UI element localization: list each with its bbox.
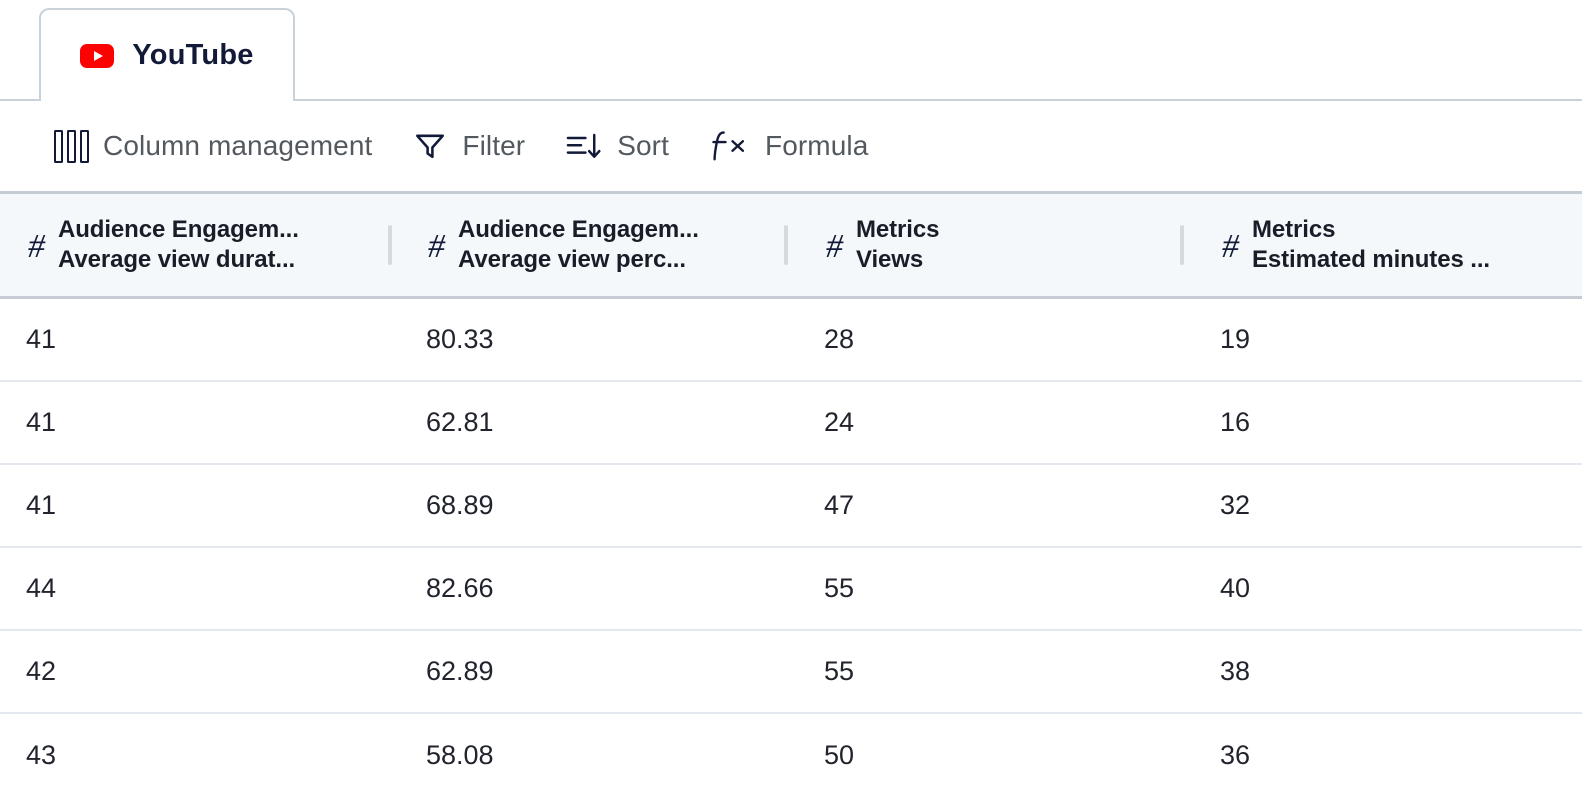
table-cell[interactable]: 41 <box>0 324 400 355</box>
columns-icon <box>54 129 89 163</box>
table-header-row: # Audience Engagem... Average view durat… <box>0 194 1582 299</box>
column-resize-handle[interactable] <box>784 225 788 265</box>
sort-button[interactable]: Sort <box>565 129 669 163</box>
table-cell[interactable]: 43 <box>0 740 400 771</box>
youtube-logo-icon <box>80 43 115 68</box>
hash-icon: # <box>826 228 843 265</box>
table-cell[interactable]: 50 <box>798 740 1194 771</box>
table-row[interactable]: 41 80.33 28 19 <box>0 299 1582 382</box>
column-name-label: Average view perc... <box>458 246 686 273</box>
sort-label: Sort <box>617 130 669 161</box>
table-cell[interactable]: 42 <box>0 656 400 687</box>
table-row[interactable]: 41 68.89 47 32 <box>0 465 1582 548</box>
table-cell[interactable]: 62.81 <box>400 407 798 438</box>
sort-descending-icon <box>565 129 603 163</box>
table-row[interactable]: 43 58.08 50 36 <box>0 714 1582 797</box>
tab-youtube[interactable]: YouTube <box>39 8 295 101</box>
column-group-label: Metrics <box>1252 215 1336 243</box>
column-header-estimated-minutes[interactable]: # Metrics Estimated minutes ... <box>1194 194 1582 296</box>
column-name-label: Estimated minutes ... <box>1252 246 1490 273</box>
table-cell[interactable]: 68.89 <box>400 490 798 521</box>
table-cell[interactable]: 41 <box>0 490 400 521</box>
table-cell[interactable]: 16 <box>1194 407 1582 438</box>
column-name-label: Views <box>856 246 924 273</box>
table-cell[interactable]: 82.66 <box>400 573 798 604</box>
hash-icon: # <box>428 228 445 265</box>
column-management-label: Column management <box>103 130 373 161</box>
column-header-views[interactable]: # Metrics Views <box>798 194 1194 296</box>
column-group-label: Audience Engagem... <box>58 215 299 243</box>
table-row[interactable]: 44 82.66 55 40 <box>0 548 1582 631</box>
fx-icon <box>709 127 751 165</box>
table-toolbar: Column management Filter Sort Formula <box>0 101 1582 194</box>
tab-label: YouTube <box>132 39 254 71</box>
table-cell[interactable]: 80.33 <box>400 324 798 355</box>
funnel-icon <box>412 128 448 164</box>
table-cell[interactable]: 55 <box>798 656 1194 687</box>
data-table: # Audience Engagem... Average view durat… <box>0 194 1582 797</box>
table-cell[interactable]: 55 <box>798 573 1194 604</box>
table-cell[interactable]: 40 <box>1194 573 1582 604</box>
column-group-label: Metrics <box>856 215 940 243</box>
table-row[interactable]: 41 62.81 24 16 <box>0 382 1582 465</box>
table-cell[interactable]: 58.08 <box>400 740 798 771</box>
spreadsheet-app: YouTube Column management Filter Sort Fo… <box>0 0 1582 797</box>
table-cell[interactable]: 47 <box>798 490 1194 521</box>
hash-icon: # <box>28 228 45 265</box>
column-header-average-view-percentage[interactable]: # Audience Engagem... Average view perc.… <box>400 194 798 296</box>
tab-strip: YouTube <box>0 0 1582 101</box>
column-resize-handle[interactable] <box>1180 225 1184 265</box>
table-cell[interactable]: 28 <box>798 324 1194 355</box>
table-cell[interactable]: 36 <box>1194 740 1582 771</box>
table-cell[interactable]: 44 <box>0 573 400 604</box>
column-group-label: Audience Engagem... <box>458 215 699 243</box>
table-cell[interactable]: 19 <box>1194 324 1582 355</box>
hash-icon: # <box>1222 228 1239 265</box>
formula-button[interactable]: Formula <box>709 127 868 165</box>
filter-button[interactable]: Filter <box>412 128 525 164</box>
table-cell[interactable]: 41 <box>0 407 400 438</box>
table-cell[interactable]: 38 <box>1194 656 1582 687</box>
column-management-button[interactable]: Column management <box>54 129 373 163</box>
column-name-label: Average view durat... <box>58 246 296 273</box>
table-cell[interactable]: 24 <box>798 407 1194 438</box>
table-body: 41 80.33 28 19 41 62.81 24 16 41 68.89 47 32 44 82.66… <box>0 299 1582 797</box>
table-cell[interactable]: 62.89 <box>400 656 798 687</box>
table-row[interactable]: 42 62.89 55 38 <box>0 631 1582 714</box>
column-resize-handle[interactable] <box>388 225 392 265</box>
table-cell[interactable]: 32 <box>1194 490 1582 521</box>
formula-label: Formula <box>765 130 869 161</box>
column-header-average-view-duration[interactable]: # Audience Engagem... Average view durat… <box>0 194 400 296</box>
filter-label: Filter <box>462 130 526 161</box>
